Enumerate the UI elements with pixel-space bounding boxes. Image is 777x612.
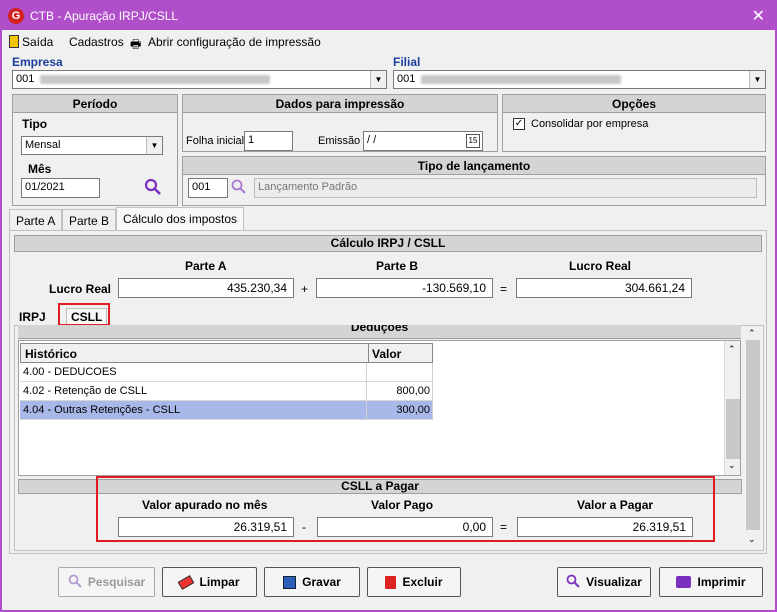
row-valor: 800,00 [396,385,430,397]
search-icon[interactable] [231,179,247,195]
col-historico: Histórico [25,347,78,361]
empresa-select[interactable]: 001 ▼ [12,70,387,89]
exit-icon [9,35,19,48]
scroll-up-icon[interactable]: ⌃ [728,344,736,355]
window-title: CTB - Apuração IRPJ/CSLL [30,9,179,23]
trash-icon [385,575,397,589]
parte-b-value: -130.569,10 [316,278,493,298]
calendar-icon[interactable]: 15 [466,134,480,148]
emissao-input[interactable]: / / 15 [363,131,483,151]
dados-impressao-header: Dados para impressão [183,95,497,113]
tipo-select[interactable]: Mensal ▼ [21,136,163,155]
scroll-down-icon[interactable]: ⌄ [728,460,736,471]
tipo-lancamento-code[interactable]: 001 [188,178,228,198]
folha-label: Folha inicial [186,135,245,147]
title-bar: G CTB - Apuração IRPJ/CSLL ✕ [2,2,775,30]
filial-select[interactable]: 001 ▼ [393,70,766,89]
tipo-lancamento-desc: Lançamento Padrão [254,178,757,198]
mes-input[interactable]: 01/2021 [21,178,100,198]
tab-irpj[interactable]: IRPJ [19,310,46,324]
tipo-value: Mensal [25,139,61,151]
col-divider [368,344,369,362]
pesquisar-button[interactable]: Pesquisar [58,567,155,597]
excluir-label: Excluir [402,575,443,589]
periodo-header: Período [13,95,177,113]
parte-b-label: Parte B [376,259,419,273]
row-historico: 4.00 - DEDUCOES [23,366,117,378]
lucro-real-col-label: Lucro Real [569,259,632,273]
row-valor: 300,00 [396,404,430,416]
filial-label: Filial [393,55,421,69]
pesquisar-label: Pesquisar [87,575,146,589]
search-icon[interactable] [144,178,162,196]
row-historico: 4.02 - Retenção de CSLL [23,385,148,397]
lucro-real-value: 304.661,24 [516,278,692,298]
plus-sign: + [301,282,309,296]
chevron-down-icon[interactable]: ▼ [370,71,386,88]
visualizar-button[interactable]: Visualizar [557,567,651,597]
gravar-label: Gravar [302,575,341,589]
parte-a-label: Parte A [185,259,227,273]
lucro-real-label: Lucro Real [49,282,112,296]
visualizar-label: Visualizar [586,575,642,589]
scroll-down-icon[interactable]: ⌄ [748,534,756,545]
menu-cadastros[interactable]: Cadastros [69,35,124,49]
consolidar-label: Consolidar por empresa [531,118,649,130]
opcoes-header: Opções [503,95,765,113]
panel-scrollbar[interactable]: ⌃ ⌄ [744,326,762,550]
calculo-header: Cálculo IRPJ / CSLL [14,235,762,252]
limpar-label: Limpar [199,575,240,589]
table-row[interactable]: 4.00 - DEDUCOES [20,363,433,382]
equals-sign: = [500,282,508,296]
folha-input[interactable]: 1 [244,131,293,151]
scroll-up-icon[interactable]: ⌃ [748,328,756,339]
save-icon [283,575,297,589]
tipo-lancamento-header: Tipo de lançamento [183,157,765,175]
eraser-icon [178,574,195,590]
excluir-button[interactable]: Excluir [367,567,461,597]
col-divider [366,363,367,420]
scroll-thumb[interactable] [726,399,740,459]
deducoes-header-bar: Deduções [18,325,741,339]
tab-calculo[interactable]: Cálculo dos impostos [116,207,245,231]
menu-saida[interactable]: Saída [22,35,53,49]
grid-header: Histórico Valor [20,343,433,363]
limpar-button[interactable]: Limpar [162,567,257,597]
tab-parte-b[interactable]: Parte B [62,209,117,231]
scroll-thumb[interactable] [746,340,760,530]
app-window: G CTB - Apuração IRPJ/CSLL ✕ Saída Cadas… [0,0,777,612]
printer-config-icon: 🖶 [130,37,142,51]
grid-scrollbar[interactable]: ⌃ ⌄ [724,341,740,475]
empresa-code: 001 [16,73,35,85]
empresa-label: Empresa [12,55,63,69]
deducoes-header: Deduções [350,325,409,334]
search-icon [68,574,82,591]
app-logo-icon: G [8,8,24,24]
chevron-down-icon[interactable]: ▼ [146,137,162,154]
emissao-value: / / [367,134,377,146]
highlight-csll-pagar [96,476,715,542]
consolidar-checkbox[interactable]: ✓ [513,118,525,130]
highlight-csll-tab [58,303,110,326]
imprimir-button[interactable]: Imprimir [659,567,763,597]
mes-label: Mês [28,162,52,176]
printer-icon [676,576,692,588]
filial-code: 001 [397,73,416,85]
table-row-selected[interactable]: 4.04 - Outras Retenções - CSLL 300,00 [20,401,433,420]
parte-a-value: 435.230,34 [118,278,294,298]
table-row[interactable]: 4.02 - Retenção de CSLL 800,00 [20,382,433,401]
emissao-label: Emissão [318,135,361,147]
col-divider [432,363,433,420]
close-icon[interactable]: ✕ [752,6,765,26]
menu-bar: Saída Cadastros 🖶 Abrir configuração de … [2,30,775,52]
tipo-label: Tipo [22,117,48,131]
col-valor: Valor [372,347,402,361]
row-historico: 4.04 - Outras Retenções - CSLL [23,404,181,416]
tab-parte-a[interactable]: Parte A [9,209,63,231]
search-icon [566,574,580,591]
imprimir-label: Imprimir [697,575,746,589]
gravar-button[interactable]: Gravar [264,567,360,597]
chevron-down-icon[interactable]: ▼ [749,71,765,88]
menu-abrir-config[interactable]: Abrir configuração de impressão [148,35,321,49]
